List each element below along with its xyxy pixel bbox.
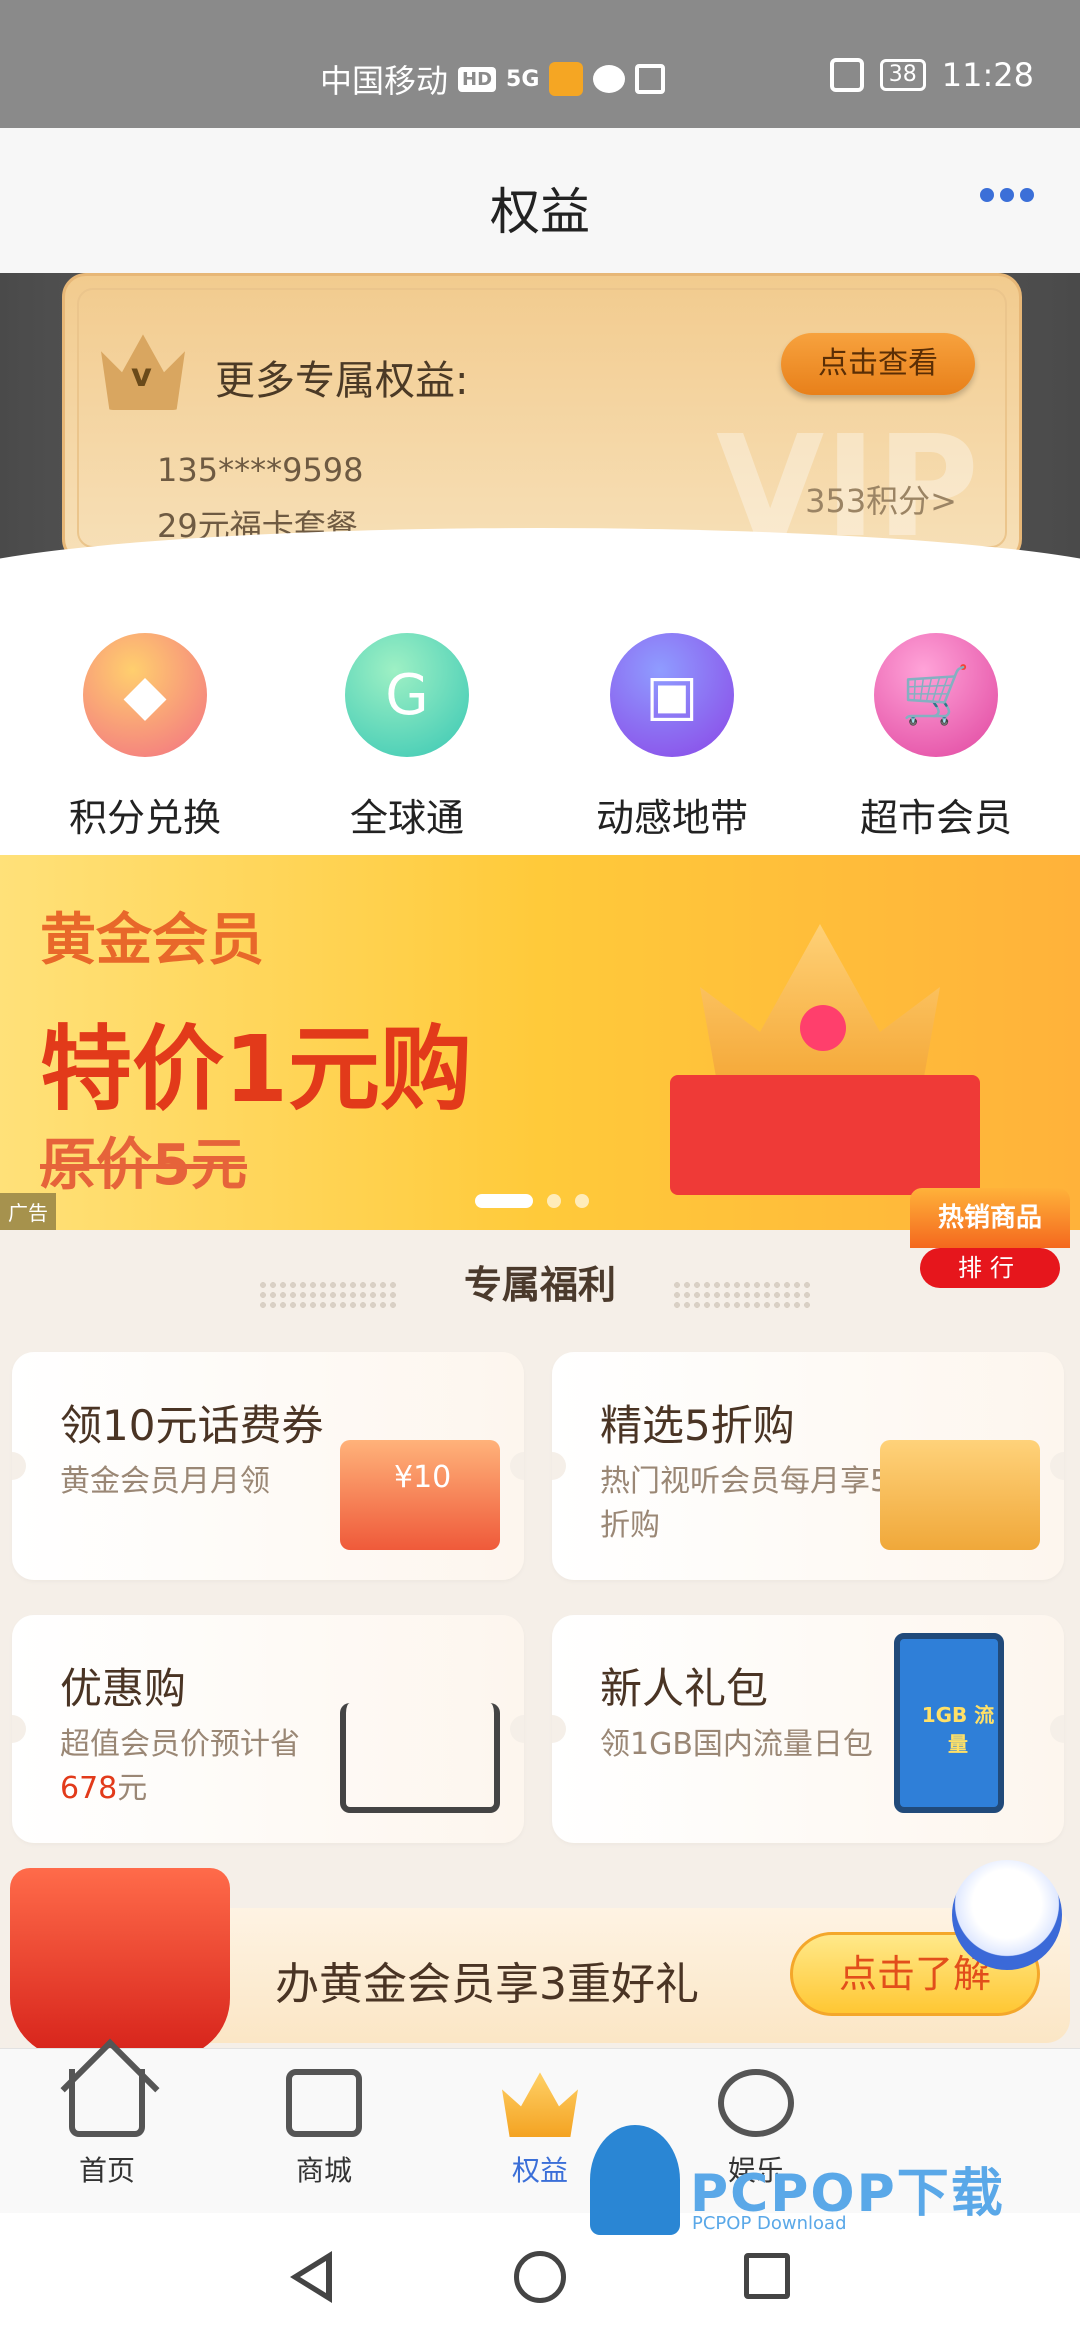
tab-rights[interactable]: 权益 [470, 2069, 610, 2189]
battery-icon: 38 [879, 59, 926, 91]
quick-link-mzone[interactable]: ▣ 动感地带 [572, 633, 772, 842]
quick-link-supermarket[interactable]: 🛒 超市会员 [836, 633, 1036, 842]
carousel-dot [547, 1194, 561, 1208]
global-icon: G [345, 633, 469, 757]
section-decoration [258, 1280, 398, 1310]
benefit-subtitle: 领1GB国内流量日包 [600, 1727, 873, 1762]
app-notification-icon [549, 62, 584, 96]
view-rights-button[interactable]: 点击查看 [781, 333, 975, 395]
benefit-card-coupon[interactable]: 领10元话费券 黄金会员月月领 ¥10 [12, 1352, 524, 1580]
ad-banner[interactable]: 黄金会员 特价1元购 原价5元 广告 [0, 855, 1080, 1230]
crown-icon [502, 2072, 578, 2137]
gem-illustration [800, 1005, 846, 1051]
coupon-illustration: ¥10 [340, 1440, 500, 1550]
status-right: 38 11:28 [829, 56, 1034, 94]
benefit-title: 优惠购 [60, 1664, 187, 1713]
quick-link-label: 积分兑换 [68, 796, 221, 840]
store-icon [286, 2069, 362, 2137]
promo-text: 办黄金会员享3重好礼 [275, 1959, 699, 2010]
diamond-icon: ◆ [83, 633, 207, 757]
recent-apps-icon[interactable] [744, 2253, 790, 2299]
smile-icon [718, 2069, 794, 2137]
tab-label: 商城 [295, 2154, 352, 2187]
hot-badge-top: 热销商品 [910, 1188, 1070, 1248]
ad-line1: 黄金会员 [40, 908, 264, 973]
benefit-title: 精选5折购 [600, 1401, 795, 1450]
hot-badge-bottom: 排行 [920, 1248, 1060, 1288]
phone-number: 135****9598 [157, 451, 364, 489]
quick-link-label: 动感地带 [595, 796, 748, 840]
vip-banner: VIP 更多专属权益: 点击查看 135****9598 29元福卡套餐 353… [0, 273, 1080, 593]
home-icon [69, 2069, 145, 2137]
hot-ranking-badge[interactable]: 热销商品 排行 [910, 1188, 1070, 1298]
quick-link-points[interactable]: ◆ 积分兑换 [45, 633, 245, 842]
vibrate-icon [829, 58, 864, 92]
hd-badge: HD [458, 66, 497, 92]
robot-assistant-icon[interactable] [952, 1860, 1062, 1970]
tab-home[interactable]: 首页 [37, 2069, 177, 2189]
carrier-group: 中国移动 HD 5G [320, 56, 666, 102]
ad-line3: 原价5元 [40, 1133, 247, 1198]
red-envelope-illustration [10, 1868, 230, 2058]
carousel-dots [475, 1194, 589, 1208]
status-bar: 中国移动 HD 5G 38 11:28 [0, 0, 1080, 128]
cart-icon: 🛒 [874, 633, 998, 757]
gift-box-illustration [670, 1075, 980, 1195]
back-icon[interactable] [290, 2251, 332, 2303]
vip-card-title: 更多专属权益: [215, 358, 469, 404]
promo-strip[interactable]: 办黄金会员享3重好礼 点击了解 [10, 1868, 1070, 2058]
tab-label: 权益 [511, 2154, 568, 2187]
ad-tag: 广告 [0, 1193, 56, 1230]
carousel-dot [475, 1194, 533, 1208]
savings-amount: 678 [60, 1771, 118, 1806]
clock: 11:28 [941, 56, 1034, 94]
points-link[interactable]: 353积分> [805, 476, 957, 522]
quick-links: ◆ 积分兑换 G 全球通 ▣ 动感地带 🛒 超市会员 [0, 593, 1080, 855]
benefit-subtitle: 超值会员价预计省678元 [60, 1727, 300, 1806]
benefit-card-deal[interactable]: 优惠购 超值会员价预计省678元 [12, 1615, 524, 1843]
carrier-name: 中国移动 [320, 62, 449, 100]
shopping-cart-icon [340, 1703, 500, 1813]
coupon-amount: ¥10 [394, 1460, 452, 1495]
benefit-card-discount[interactable]: 精选5折购 热门视听会员每月享5折购 [552, 1352, 1064, 1580]
benefit-title: 新人礼包 [600, 1664, 769, 1713]
ad-line2: 特价1元购 [40, 1016, 473, 1123]
benefit-card-newuser[interactable]: 新人礼包 领1GB国内流量日包 1GB 流量 [552, 1615, 1064, 1843]
quick-link-global[interactable]: G 全球通 [307, 633, 507, 842]
tab-mall[interactable]: 商城 [254, 2069, 394, 2189]
vip-card[interactable]: VIP 更多专属权益: 点击查看 135****9598 29元福卡套餐 353… [62, 273, 1022, 569]
message-icon [593, 65, 626, 93]
quick-link-label: 超市会员 [859, 796, 1012, 840]
calendar-icon [635, 64, 666, 94]
tab-entertainment[interactable]: 娱乐 [686, 2069, 826, 2189]
tab-label: 娱乐 [727, 2154, 784, 2187]
tab-label: 首页 [78, 2154, 135, 2187]
signal-icon: 5G [506, 66, 540, 92]
quick-link-label: 全球通 [349, 796, 464, 840]
benefit-title: 领10元话费券 [60, 1401, 324, 1450]
data-amount: 1GB 流量 [921, 1703, 995, 1756]
home-circle-icon[interactable] [514, 2251, 566, 2303]
benefit-subtitle: 黄金会员月月领 [60, 1464, 270, 1499]
page-header: 权益 [0, 128, 1080, 273]
phone-data-icon: 1GB 流量 [894, 1633, 1004, 1813]
gift-box-icon [880, 1440, 1040, 1550]
more-dots-icon[interactable] [980, 188, 1034, 202]
page-title: 权益 [490, 183, 590, 241]
section-decoration [672, 1280, 812, 1310]
gift-icon: ▣ [610, 633, 734, 757]
benefit-subtitle: 热门视听会员每月享5折购 [600, 1464, 890, 1543]
bottom-nav: 首页 商城 权益 娱乐 [0, 2048, 1080, 2213]
carousel-dot [575, 1194, 589, 1208]
system-nav-bar [0, 2213, 1080, 2340]
